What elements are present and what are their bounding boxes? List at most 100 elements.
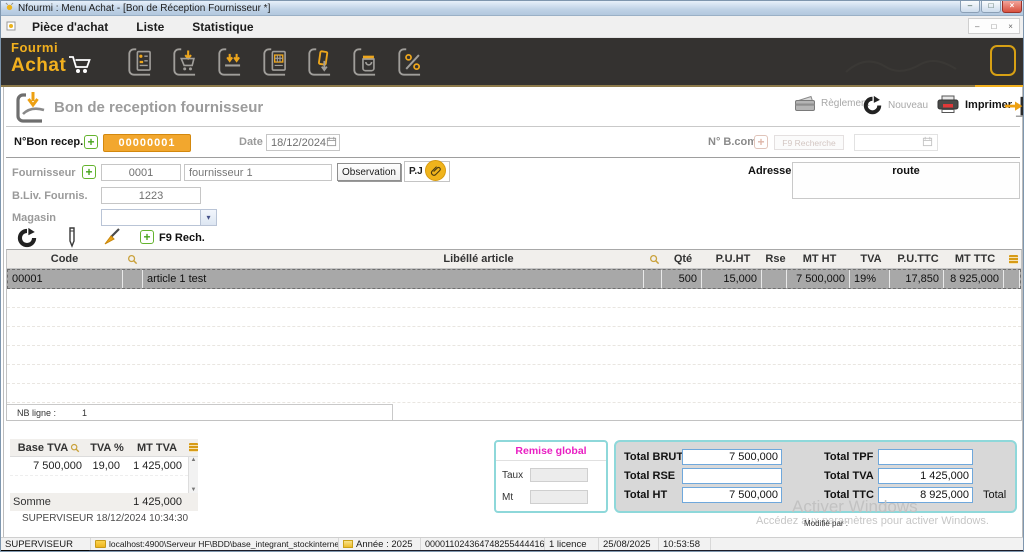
status-licence-count: 1 licence (545, 538, 599, 550)
menu-statistique[interactable]: Statistique (178, 20, 267, 34)
cell-mtttc: 8 925,000 (944, 270, 1004, 288)
col-qte[interactable]: Qté (663, 250, 703, 268)
invoice-icon[interactable] (258, 43, 296, 81)
imprimer-button[interactable]: Imprimer (936, 95, 1012, 114)
tva-col-base: Base TVA (10, 439, 88, 456)
f9-search-plus-button[interactable]: + (140, 230, 154, 244)
total-ht-field[interactable]: 7 500,000 (682, 487, 782, 503)
total-tpf-label: Total TPF (824, 451, 873, 463)
tva-summary-table: Base TVA TVA % MT TVA 7 500,000 19,00 1 … (10, 439, 198, 511)
attachment-button[interactable] (425, 160, 446, 181)
goods-reception-icon[interactable] (213, 43, 251, 81)
menu-liste[interactable]: Liste (122, 20, 178, 34)
mdi-restore-button[interactable]: □ (991, 22, 996, 31)
scroll-up-icon[interactable]: ▲ (191, 457, 197, 463)
taux-label: Taux (502, 470, 523, 481)
col-tva[interactable]: TVA (851, 250, 891, 268)
purchase-cart-icon[interactable] (168, 43, 206, 81)
minimize-button[interactable]: – (960, 1, 980, 13)
col-mtht[interactable]: MT HT (788, 250, 851, 268)
modified-by-label: Modifié par : (804, 519, 848, 528)
table-header: Code Libéllé article Qté P.U.HT Rse MT H… (7, 250, 1021, 269)
total-tva-field[interactable]: 1 425,000 (878, 468, 973, 484)
search-libelle-icon[interactable] (645, 250, 663, 268)
cell-tva: 19% (850, 270, 890, 288)
status-year: Année : 2025 (339, 538, 421, 550)
cell-code: 00001 (8, 270, 123, 288)
cell-gap (123, 270, 143, 288)
mt-field-disabled (530, 490, 588, 504)
cell-puttc: 17,850 (890, 270, 944, 288)
col-mtttc[interactable]: MT TTC (945, 250, 1005, 268)
wallet-icon (794, 95, 816, 112)
add-bon-button[interactable]: + (84, 135, 98, 149)
title-bar: Nfourmi : Menu Achat - [Bon de Réception… (1, 1, 1024, 16)
date-label: Date (239, 136, 263, 148)
folder-icon (95, 540, 106, 548)
total-tpf-field[interactable] (878, 449, 973, 465)
purchase-bag-icon[interactable] (348, 43, 386, 81)
child-window-icon (6, 18, 16, 36)
nb-ligne-label: NB ligne : (17, 408, 56, 418)
bon-number-field[interactable]: 00000001 (103, 134, 191, 152)
exit-button[interactable] (1003, 95, 1024, 119)
col-puttc[interactable]: P.U.TTC (891, 250, 945, 268)
date-field[interactable]: 18/12/2024 (266, 134, 340, 151)
col-rse[interactable]: Rse (763, 250, 788, 268)
close-button[interactable]: × (1002, 1, 1022, 13)
tva-col-mt: MT TVA (126, 439, 188, 456)
total-brut-field[interactable]: 7 500,000 (682, 449, 782, 465)
windows-activation-watermark-line2: Accédez aux paramètres pour activer Wind… (756, 515, 989, 527)
mdi-window-controls: – □ × (968, 18, 1020, 34)
search-icon[interactable] (70, 443, 80, 453)
table-menu-icon[interactable] (1005, 250, 1021, 268)
tva-col-pct: TVA % (88, 439, 126, 456)
document-number-row: N°Bon recep. + 00000001 Date 18/12/2024 … (6, 128, 1020, 158)
total-brut-label: Total BRUT (624, 451, 683, 463)
nouveau-button[interactable]: Nouveau (862, 95, 928, 116)
tva-menu-icon[interactable] (188, 439, 198, 456)
total-rse-field[interactable] (682, 468, 782, 484)
cell-gap (1004, 270, 1020, 288)
discount-icon[interactable] (393, 43, 431, 81)
table-row-selected[interactable]: 00001 article 1 test 500 15,000 7 500,00… (7, 269, 1021, 289)
total-ht-label: Total HT (624, 489, 667, 501)
reglement-button[interactable]: Règlement (794, 95, 869, 112)
bliv-field[interactable]: 1223 (101, 187, 201, 204)
fournisseur-name-field[interactable]: fournisseur 1 (184, 164, 332, 181)
restore-button[interactable]: □ (981, 1, 1001, 13)
bcom-label: N° B.com. (708, 136, 760, 148)
fournisseur-code-field[interactable]: 0001 (101, 164, 181, 181)
app-icon (5, 2, 14, 14)
fournisseur-label: Fournisseur (12, 167, 76, 179)
f9-search-label[interactable]: F9 Rech. (159, 232, 205, 244)
table-empty-row (7, 365, 1021, 384)
purchase-order-icon[interactable] (123, 43, 161, 81)
exit-door-icon (1003, 95, 1024, 119)
search-code-icon[interactable] (122, 250, 142, 268)
table-empty-row (7, 384, 1021, 403)
new-refresh-icon (862, 95, 883, 116)
calendar-icon[interactable] (326, 136, 337, 150)
total-label: Total (983, 489, 1006, 501)
mdi-close-button[interactable]: × (1008, 22, 1013, 31)
toolbar-slot-button[interactable] (990, 45, 1016, 76)
table-empty-row (7, 327, 1021, 346)
status-bar: SUPERVISEUR localhost:4900\Serveur HF\BD… (1, 537, 1024, 550)
magasin-dropdown[interactable]: ▾ (101, 209, 217, 226)
observation-button[interactable]: Observation (337, 163, 401, 181)
dropdown-arrow-icon[interactable]: ▾ (200, 210, 216, 225)
status-server: localhost:4900\Serveur HF\BDD\base_integ… (91, 538, 339, 550)
col-code[interactable]: Code (7, 250, 122, 268)
payment-icon[interactable] (303, 43, 341, 81)
menu-piece-achat[interactable]: Pièce d'achat (18, 20, 122, 34)
col-puht[interactable]: P.U.HT (703, 250, 763, 268)
cell-gap (644, 270, 662, 288)
page-header: Bon de reception fournisseur Règlement N… (6, 89, 1020, 127)
toolbar-decor (841, 52, 961, 82)
col-libelle[interactable]: Libéllé article (142, 250, 645, 268)
add-bcom-button-disabled: + (754, 135, 768, 149)
add-fournisseur-button[interactable]: + (82, 165, 96, 179)
tva-mt-value: 1 425,000 (126, 457, 188, 475)
mdi-minimize-button[interactable]: – (975, 22, 979, 31)
